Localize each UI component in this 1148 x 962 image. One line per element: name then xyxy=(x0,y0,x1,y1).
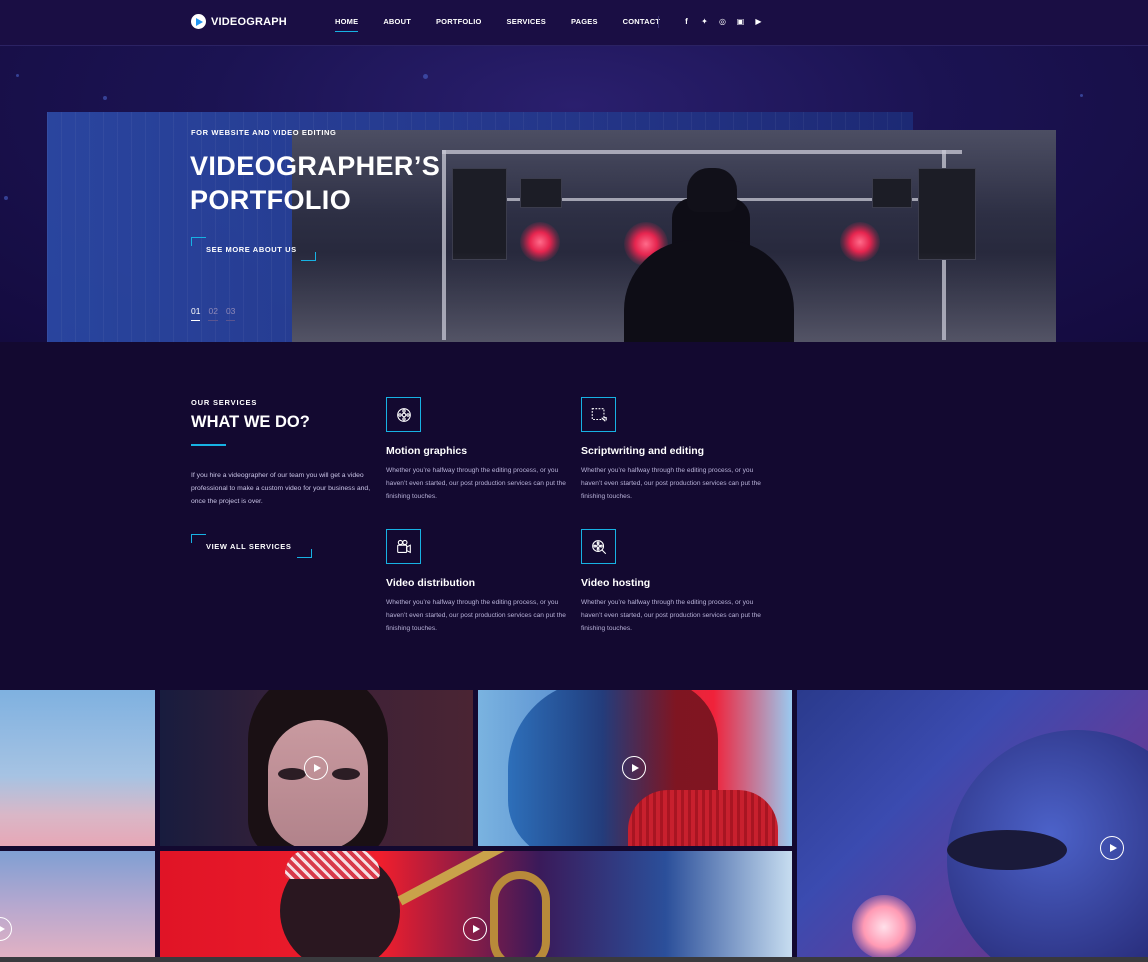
profile-sweater xyxy=(628,790,778,846)
particle xyxy=(423,74,428,79)
play-button[interactable] xyxy=(622,756,646,780)
service-name: Scriptwriting and editing xyxy=(581,445,705,457)
performer-body xyxy=(624,240,794,342)
play-button[interactable] xyxy=(1100,836,1124,860)
main-nav: HOME ABOUT PORTFOLIO SERVICES PAGES CONT… xyxy=(335,17,685,32)
service-name: Motion graphics xyxy=(386,445,468,457)
gallery-sky-tile[interactable] xyxy=(0,690,155,846)
play-button[interactable] xyxy=(463,917,487,941)
stage-speaker xyxy=(918,168,976,260)
services-section: OUR SERVICES WHAT WE DO? If you hire a v… xyxy=(0,342,1148,690)
service-scriptwriting: Scriptwriting and editing Whether you’re… xyxy=(581,397,771,503)
stage-lamp xyxy=(872,178,912,208)
site-header: VIDEOGRAPH HOME ABOUT PORTFOLIO SERVICES… xyxy=(0,0,1148,46)
service-video-distribution: Video distribution Whether you’re halfwa… xyxy=(386,529,576,635)
services-title: WHAT WE DO? xyxy=(191,413,310,431)
nav-home[interactable]: HOME xyxy=(335,17,359,32)
view-all-services-button[interactable]: VIEW ALL SERVICES xyxy=(191,534,312,558)
portrait-face xyxy=(268,720,368,846)
hero-kicker: FOR WEBSITE AND VIDEO EDITING xyxy=(191,128,337,137)
particle xyxy=(103,96,107,100)
service-text: Whether you’re halfway through the editi… xyxy=(581,467,761,500)
particle xyxy=(4,196,8,200)
service-video-hosting: Video hosting Whether you’re halfway thr… xyxy=(581,529,771,635)
social-links: f ✦ ◎ ▣ ▶ xyxy=(682,17,763,26)
logo-text: VIDEOGRAPH xyxy=(211,15,287,28)
gallery-profile-tile[interactable] xyxy=(478,690,792,846)
particle xyxy=(16,74,19,77)
play-button[interactable] xyxy=(0,917,12,941)
facebook-icon[interactable]: f xyxy=(682,17,691,26)
portfolio-gallery xyxy=(0,690,1148,962)
hero-title: VIDEOGRAPHER’S PORTFOLIO xyxy=(190,149,490,217)
gallery-clouds-tile[interactable] xyxy=(0,851,155,962)
nav-portfolio[interactable]: PORTFOLIO xyxy=(436,17,482,32)
portrait-eye xyxy=(278,768,306,780)
service-name: Video distribution xyxy=(386,577,476,589)
service-text: Whether you’re halfway through the editi… xyxy=(581,599,761,632)
see-more-label: SEE MORE ABOUT US xyxy=(206,244,297,254)
slide-1[interactable]: 01 xyxy=(191,306,201,321)
search-reel-icon xyxy=(581,529,616,564)
film-reel-icon xyxy=(386,397,421,432)
stage-truss xyxy=(442,150,962,154)
hero-title-line1: VIDEOGRAPHER’S xyxy=(190,151,441,181)
slide-2[interactable]: 02 xyxy=(208,306,218,321)
nav-divider xyxy=(658,16,659,28)
title-underline xyxy=(191,444,226,446)
logo-play-icon xyxy=(191,14,206,29)
youtube-icon[interactable]: ▶ xyxy=(754,17,763,26)
instagram-icon[interactable]: ▣ xyxy=(736,17,745,26)
services-description: If you hire a videographer of our team y… xyxy=(191,472,371,505)
dribbble-icon[interactable]: ◎ xyxy=(718,17,727,26)
edit-frame-icon xyxy=(581,397,616,432)
twitter-icon[interactable]: ✦ xyxy=(700,17,709,26)
saxophone xyxy=(397,851,579,906)
hero-slider: FOR WEBSITE AND VIDEO EDITING VIDEOGRAPH… xyxy=(0,46,1148,342)
performer-head xyxy=(687,168,737,212)
closeup-eye xyxy=(947,830,1067,870)
nav-contact[interactable]: CONTACT xyxy=(623,17,661,32)
nav-services[interactable]: SERVICES xyxy=(507,17,546,32)
play-button[interactable] xyxy=(304,756,328,780)
gallery-portrait-tile[interactable] xyxy=(160,690,473,846)
hero-title-line2: PORTFOLIO xyxy=(190,185,352,215)
bokeh-light xyxy=(852,895,916,959)
gallery-closeup-tile[interactable] xyxy=(797,690,1148,962)
nav-pages[interactable]: PAGES xyxy=(571,17,598,32)
video-camera-icon xyxy=(386,529,421,564)
service-text: Whether you’re halfway through the editi… xyxy=(386,467,566,500)
portrait-eye xyxy=(332,768,360,780)
service-name: Video hosting xyxy=(581,577,651,589)
saxophone-body xyxy=(490,871,550,962)
particle xyxy=(1080,94,1083,97)
bottom-scroll-edge xyxy=(0,957,1148,962)
slide-3[interactable]: 03 xyxy=(225,306,236,321)
gallery-saxophone-tile[interactable] xyxy=(160,851,792,962)
stage-lamp xyxy=(520,178,562,208)
services-kicker: OUR SERVICES xyxy=(191,398,258,407)
service-text: Whether you’re halfway through the editi… xyxy=(386,599,566,632)
musician-hat xyxy=(285,851,380,879)
see-more-button[interactable]: SEE MORE ABOUT US xyxy=(191,237,316,261)
view-all-services-label: VIEW ALL SERVICES xyxy=(206,541,292,551)
logo[interactable]: VIDEOGRAPH xyxy=(191,14,287,29)
nav-about[interactable]: ABOUT xyxy=(383,17,411,32)
service-motion-graphics: Motion graphics Whether you’re halfway t… xyxy=(386,397,576,503)
slide-pagination: 01 02 03 xyxy=(191,306,236,321)
